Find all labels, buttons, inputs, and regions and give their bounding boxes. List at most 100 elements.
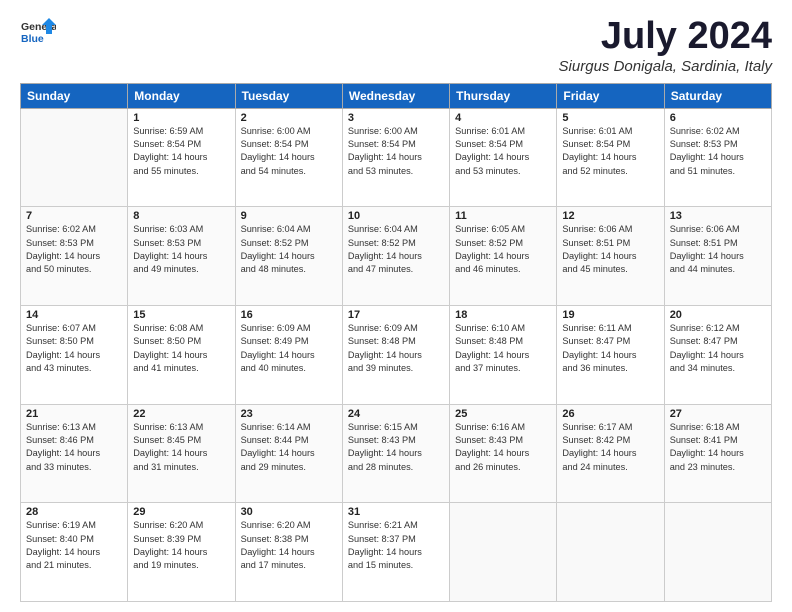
calendar-cell (21, 108, 128, 207)
day-info: Sunrise: 6:20 AM Sunset: 8:39 PM Dayligh… (133, 519, 229, 572)
day-info: Sunrise: 6:09 AM Sunset: 8:49 PM Dayligh… (241, 322, 337, 375)
day-number: 11 (455, 210, 551, 222)
day-number: 20 (670, 309, 766, 321)
calendar-cell (450, 503, 557, 602)
day-number: 19 (562, 309, 658, 321)
day-number: 29 (133, 506, 229, 518)
day-number: 5 (562, 112, 658, 124)
day-info: Sunrise: 6:10 AM Sunset: 8:48 PM Dayligh… (455, 322, 551, 375)
page: General Blue July 2024 Siurgus Donigala,… (0, 0, 792, 612)
day-info: Sunrise: 6:08 AM Sunset: 8:50 PM Dayligh… (133, 322, 229, 375)
calendar-week-0: 1 Sunrise: 6:59 AM Sunset: 8:54 PM Dayli… (21, 108, 772, 207)
day-number: 8 (133, 210, 229, 222)
day-number: 1 (133, 112, 229, 124)
calendar-cell: 8 Sunrise: 6:03 AM Sunset: 8:53 PM Dayli… (128, 207, 235, 306)
calendar-table: Sunday Monday Tuesday Wednesday Thursday… (20, 83, 772, 602)
day-number: 2 (241, 112, 337, 124)
calendar-week-3: 21 Sunrise: 6:13 AM Sunset: 8:46 PM Dayl… (21, 404, 772, 503)
svg-text:Blue: Blue (21, 33, 44, 45)
day-info: Sunrise: 6:04 AM Sunset: 8:52 PM Dayligh… (241, 223, 337, 276)
day-info: Sunrise: 6:59 AM Sunset: 8:54 PM Dayligh… (133, 125, 229, 178)
day-number: 22 (133, 408, 229, 420)
calendar-week-4: 28 Sunrise: 6:19 AM Sunset: 8:40 PM Dayl… (21, 503, 772, 602)
calendar-cell: 27 Sunrise: 6:18 AM Sunset: 8:41 PM Dayl… (664, 404, 771, 503)
calendar-cell: 11 Sunrise: 6:05 AM Sunset: 8:52 PM Dayl… (450, 207, 557, 306)
header-tuesday: Tuesday (235, 83, 342, 108)
calendar-cell: 9 Sunrise: 6:04 AM Sunset: 8:52 PM Dayli… (235, 207, 342, 306)
calendar-cell: 13 Sunrise: 6:06 AM Sunset: 8:51 PM Dayl… (664, 207, 771, 306)
day-info: Sunrise: 6:16 AM Sunset: 8:43 PM Dayligh… (455, 421, 551, 474)
calendar-cell: 15 Sunrise: 6:08 AM Sunset: 8:50 PM Dayl… (128, 306, 235, 405)
day-number: 9 (241, 210, 337, 222)
day-number: 31 (348, 506, 444, 518)
day-number: 13 (670, 210, 766, 222)
day-number: 17 (348, 309, 444, 321)
day-info: Sunrise: 6:13 AM Sunset: 8:45 PM Dayligh… (133, 421, 229, 474)
logo: General Blue (20, 16, 56, 52)
calendar-cell: 1 Sunrise: 6:59 AM Sunset: 8:54 PM Dayli… (128, 108, 235, 207)
day-number: 14 (26, 309, 122, 321)
header-thursday: Thursday (450, 83, 557, 108)
day-info: Sunrise: 6:03 AM Sunset: 8:53 PM Dayligh… (133, 223, 229, 276)
calendar-cell: 21 Sunrise: 6:13 AM Sunset: 8:46 PM Dayl… (21, 404, 128, 503)
day-info: Sunrise: 6:00 AM Sunset: 8:54 PM Dayligh… (348, 125, 444, 178)
header-saturday: Saturday (664, 83, 771, 108)
day-info: Sunrise: 6:01 AM Sunset: 8:54 PM Dayligh… (562, 125, 658, 178)
calendar-cell: 17 Sunrise: 6:09 AM Sunset: 8:48 PM Dayl… (342, 306, 449, 405)
day-info: Sunrise: 6:17 AM Sunset: 8:42 PM Dayligh… (562, 421, 658, 474)
header-friday: Friday (557, 83, 664, 108)
calendar-cell: 5 Sunrise: 6:01 AM Sunset: 8:54 PM Dayli… (557, 108, 664, 207)
day-number: 21 (26, 408, 122, 420)
day-info: Sunrise: 6:00 AM Sunset: 8:54 PM Dayligh… (241, 125, 337, 178)
calendar-week-2: 14 Sunrise: 6:07 AM Sunset: 8:50 PM Dayl… (21, 306, 772, 405)
month-title: July 2024 (559, 16, 772, 58)
day-info: Sunrise: 6:15 AM Sunset: 8:43 PM Dayligh… (348, 421, 444, 474)
calendar-cell: 23 Sunrise: 6:14 AM Sunset: 8:44 PM Dayl… (235, 404, 342, 503)
day-number: 26 (562, 408, 658, 420)
header-wednesday: Wednesday (342, 83, 449, 108)
calendar-cell: 26 Sunrise: 6:17 AM Sunset: 8:42 PM Dayl… (557, 404, 664, 503)
day-info: Sunrise: 6:12 AM Sunset: 8:47 PM Dayligh… (670, 322, 766, 375)
day-number: 30 (241, 506, 337, 518)
calendar-cell (557, 503, 664, 602)
title-block: July 2024 Siurgus Donigala, Sardinia, It… (559, 16, 772, 75)
calendar-cell: 24 Sunrise: 6:15 AM Sunset: 8:43 PM Dayl… (342, 404, 449, 503)
day-info: Sunrise: 6:14 AM Sunset: 8:44 PM Dayligh… (241, 421, 337, 474)
day-number: 18 (455, 309, 551, 321)
day-info: Sunrise: 6:06 AM Sunset: 8:51 PM Dayligh… (670, 223, 766, 276)
calendar-cell: 10 Sunrise: 6:04 AM Sunset: 8:52 PM Dayl… (342, 207, 449, 306)
calendar-cell: 12 Sunrise: 6:06 AM Sunset: 8:51 PM Dayl… (557, 207, 664, 306)
calendar-cell: 3 Sunrise: 6:00 AM Sunset: 8:54 PM Dayli… (342, 108, 449, 207)
calendar-cell: 30 Sunrise: 6:20 AM Sunset: 8:38 PM Dayl… (235, 503, 342, 602)
calendar-cell: 7 Sunrise: 6:02 AM Sunset: 8:53 PM Dayli… (21, 207, 128, 306)
day-info: Sunrise: 6:11 AM Sunset: 8:47 PM Dayligh… (562, 322, 658, 375)
day-number: 16 (241, 309, 337, 321)
day-number: 28 (26, 506, 122, 518)
day-info: Sunrise: 6:19 AM Sunset: 8:40 PM Dayligh… (26, 519, 122, 572)
day-info: Sunrise: 6:09 AM Sunset: 8:48 PM Dayligh… (348, 322, 444, 375)
day-info: Sunrise: 6:20 AM Sunset: 8:38 PM Dayligh… (241, 519, 337, 572)
day-number: 7 (26, 210, 122, 222)
logo-svg: General Blue (20, 16, 56, 52)
calendar-cell: 4 Sunrise: 6:01 AM Sunset: 8:54 PM Dayli… (450, 108, 557, 207)
calendar-cell: 31 Sunrise: 6:21 AM Sunset: 8:37 PM Dayl… (342, 503, 449, 602)
day-info: Sunrise: 6:04 AM Sunset: 8:52 PM Dayligh… (348, 223, 444, 276)
day-number: 4 (455, 112, 551, 124)
day-number: 24 (348, 408, 444, 420)
header: General Blue July 2024 Siurgus Donigala,… (20, 16, 772, 75)
calendar-cell: 20 Sunrise: 6:12 AM Sunset: 8:47 PM Dayl… (664, 306, 771, 405)
day-info: Sunrise: 6:07 AM Sunset: 8:50 PM Dayligh… (26, 322, 122, 375)
weekday-header-row: Sunday Monday Tuesday Wednesday Thursday… (21, 83, 772, 108)
day-number: 12 (562, 210, 658, 222)
location: Siurgus Donigala, Sardinia, Italy (559, 58, 772, 75)
calendar-cell: 18 Sunrise: 6:10 AM Sunset: 8:48 PM Dayl… (450, 306, 557, 405)
day-number: 6 (670, 112, 766, 124)
header-monday: Monday (128, 83, 235, 108)
day-info: Sunrise: 6:06 AM Sunset: 8:51 PM Dayligh… (562, 223, 658, 276)
day-info: Sunrise: 6:02 AM Sunset: 8:53 PM Dayligh… (670, 125, 766, 178)
day-info: Sunrise: 6:01 AM Sunset: 8:54 PM Dayligh… (455, 125, 551, 178)
calendar-cell: 14 Sunrise: 6:07 AM Sunset: 8:50 PM Dayl… (21, 306, 128, 405)
day-info: Sunrise: 6:05 AM Sunset: 8:52 PM Dayligh… (455, 223, 551, 276)
day-number: 3 (348, 112, 444, 124)
day-number: 27 (670, 408, 766, 420)
